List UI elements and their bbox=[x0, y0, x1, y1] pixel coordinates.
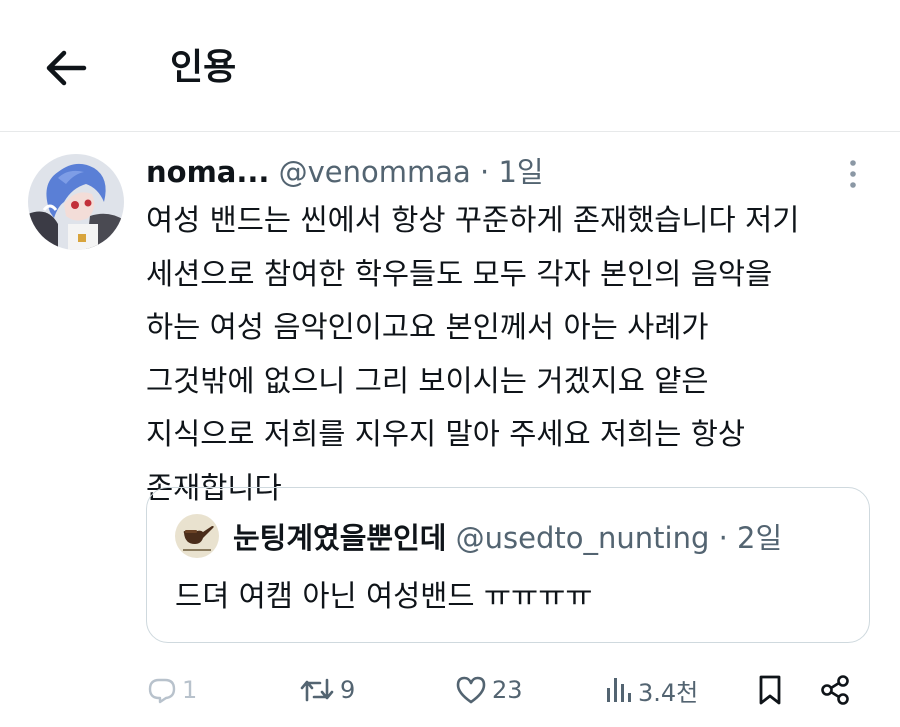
timestamp[interactable]: 1일 bbox=[498, 155, 543, 189]
like-button[interactable]: 23 bbox=[454, 660, 523, 720]
header-divider bbox=[0, 131, 900, 132]
views-button[interactable]: 3.4천 bbox=[604, 660, 698, 720]
bar-chart-icon bbox=[607, 678, 631, 702]
share-button[interactable] bbox=[818, 660, 852, 720]
separator-dot: · bbox=[480, 155, 490, 189]
more-dots-icon bbox=[850, 160, 856, 188]
bookmark-icon bbox=[759, 675, 781, 705]
quoted-user-handle[interactable]: @usedto_nunting bbox=[456, 521, 710, 555]
retweet-count: 9 bbox=[340, 676, 356, 704]
tweet-text-line: 지식으로 저희를 지우지 말아 주세요 저희는 항상 bbox=[146, 417, 746, 451]
back-button[interactable] bbox=[40, 42, 92, 94]
action-bar: 1 9 23 3.4천 bbox=[0, 660, 900, 720]
quoted-separator-dot: · bbox=[718, 521, 728, 555]
reply-icon bbox=[148, 678, 176, 704]
quoted-display-name[interactable]: 눈팅계였을뿐인데 bbox=[233, 521, 446, 555]
avatar-image bbox=[28, 154, 124, 250]
quoted-header: 눈팅계였을뿐인데 @usedto_nunting · 2일 bbox=[233, 516, 782, 560]
retweet-button[interactable]: 9 bbox=[298, 660, 355, 720]
tweet-text-line: 그것밖에 없으니 그리 보이시는 거겠지요 얕은 bbox=[146, 363, 709, 398]
tweet-text: 여성 밴드는 씬에서 항상 꾸준하게 존재했습니다 저기 세션으로 참여한 학우… bbox=[146, 194, 876, 515]
view-count: 3.4천 bbox=[638, 678, 699, 707]
bookmark-button[interactable] bbox=[756, 660, 784, 720]
quoted-timestamp[interactable]: 2일 bbox=[737, 521, 782, 555]
arrow-left-icon bbox=[46, 50, 87, 86]
pipe-avatar-image bbox=[175, 514, 219, 558]
retweet-icon bbox=[300, 678, 334, 702]
tweet-text-line: 세션으로 참여한 학우들도 모두 각자 본인의 음악을 bbox=[146, 256, 773, 291]
page-title: 인용 bbox=[170, 47, 237, 88]
tweet-text-line: 하는 여성 음악인이고요 본인께서 아는 사례가 bbox=[146, 310, 709, 344]
header: 인용 bbox=[0, 0, 900, 132]
more-options-button[interactable] bbox=[840, 157, 866, 191]
share-icon bbox=[821, 675, 849, 705]
display-name[interactable]: noma... bbox=[146, 155, 269, 189]
reply-button[interactable]: 1 bbox=[146, 660, 197, 720]
heart-icon bbox=[456, 676, 486, 704]
tweet-header: noma... @venommaa · 1일 bbox=[146, 150, 544, 194]
quoted-tweet[interactable]: 눈팅계였을뿐인데 @usedto_nunting · 2일 드뎌 여캠 아닌 여… bbox=[146, 487, 870, 643]
quoted-text: 드뎌 여캠 아닌 여성밴드 ㅠㅠㅠㅠ bbox=[175, 579, 593, 613]
reply-count: 1 bbox=[182, 676, 198, 704]
like-count: 23 bbox=[492, 676, 523, 704]
tweet-text-line: 여성 밴드는 씬에서 항상 꾸준하게 존재했습니다 저기 bbox=[146, 203, 800, 237]
user-handle[interactable]: @venommaa bbox=[279, 155, 471, 189]
avatar[interactable] bbox=[28, 154, 124, 250]
quoted-avatar[interactable] bbox=[175, 514, 219, 558]
